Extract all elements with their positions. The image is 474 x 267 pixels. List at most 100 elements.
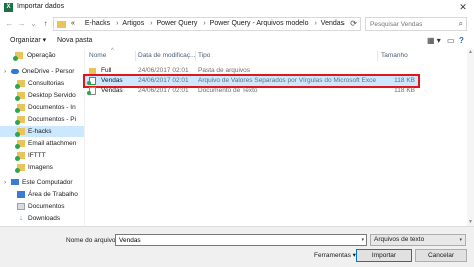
computer-icon	[11, 179, 19, 185]
expand-chevron-icon[interactable]: ›	[4, 177, 6, 188]
breadcrumb-separator[interactable]: ›	[199, 20, 209, 27]
file-date: 24/06/2017 02:01	[138, 87, 189, 94]
nav-item-downloads[interactable]: ↓ Downloads	[0, 213, 84, 224]
breadcrumb-separator[interactable]: ›	[310, 20, 320, 27]
nav-item-label: Consultorias	[28, 80, 65, 87]
close-icon[interactable]: ✕	[456, 1, 470, 14]
file-row-vendas-csv[interactable]: Vendas 24/06/2017 02:01 Arquivo de Valor…	[83, 74, 420, 88]
column-header-name[interactable]: Nome	[89, 49, 106, 63]
new-folder-button[interactable]: Nova pasta	[57, 36, 92, 46]
sync-check-icon	[15, 168, 20, 173]
nav-item-documentos-pi[interactable]: Documentos - Pi	[0, 114, 84, 125]
file-row-full[interactable]: Full 24/06/2017 02:01 Pasta de arquivos	[85, 66, 418, 76]
sync-check-icon	[15, 144, 20, 149]
import-button[interactable]: Importar	[356, 249, 412, 262]
filename-input[interactable]	[119, 236, 354, 245]
nav-item-label: Documentos - Pi	[28, 116, 77, 123]
command-bar: Organizar ▾ Nova pasta ▦ ▾ ▭ ?	[0, 33, 474, 49]
nav-item-label: Este Computador	[22, 179, 73, 186]
nav-item-email-attachments[interactable]: Email attachmen	[0, 138, 84, 149]
filetype-value: Arquivos de texto	[374, 236, 425, 243]
refresh-icon[interactable]: ⟳	[350, 18, 357, 30]
breadcrumb: « E-hacks › Artigos › Power Query › Power Q…	[71, 18, 344, 30]
nav-item-documentos[interactable]: Documentos	[0, 201, 84, 212]
nav-item-consultorias[interactable]: Consultorias	[0, 78, 84, 89]
sort-indicator-icon: ^	[111, 48, 114, 54]
nav-item-label: Email attachmen	[28, 140, 77, 147]
nav-item-label: Documentos	[28, 203, 65, 210]
folder-icon	[89, 68, 96, 74]
recent-locations-chevron-down-icon[interactable]: ⌄	[28, 18, 39, 29]
cancel-button[interactable]: Cancelar	[415, 249, 467, 262]
back-arrow-icon[interactable]: ←	[4, 18, 15, 29]
scroll-down-icon[interactable]: ▼	[467, 219, 474, 226]
sync-check-icon	[15, 84, 20, 89]
help-icon[interactable]: ?	[459, 36, 464, 46]
breadcrumb-separator[interactable]: ›	[112, 20, 122, 27]
breadcrumb-separator[interactable]: ›	[146, 20, 156, 27]
file-date: 24/06/2017 02:01	[138, 77, 189, 84]
tools-menu-button[interactable]: Ferramentas ▾	[314, 250, 356, 261]
search-input[interactable]	[370, 19, 454, 29]
scroll-up-icon[interactable]: ▲	[467, 49, 474, 56]
search-box[interactable]: ⌕	[365, 17, 467, 31]
nav-item-area-de-trabalho[interactable]: Área de Trabalho	[0, 189, 84, 200]
file-row-vendas-txt[interactable]: Vendas 24/06/2017 02:01 Documento de Tex…	[85, 86, 418, 96]
window-title: Importar dados	[17, 3, 65, 10]
nav-item-imagens[interactable]: Imagens	[0, 162, 84, 173]
sync-check-icon	[15, 132, 20, 137]
nav-item-e-hacks[interactable]: E-hacks	[0, 126, 84, 137]
nav-item-label: Área de Trabalho	[28, 191, 78, 198]
breadcrumb-item-arquivos-modelo[interactable]: Power Query - Arquivos modelo	[210, 20, 309, 27]
up-arrow-icon[interactable]: ↑	[40, 18, 51, 29]
file-size: 118 KB	[394, 77, 415, 84]
onedrive-icon	[11, 69, 19, 74]
sync-check-icon	[87, 81, 91, 85]
file-type: Arquivo de Valores Separados por Vírgula…	[198, 77, 376, 84]
preview-pane-icon[interactable]: ▭	[447, 36, 455, 46]
address-bar[interactable]: « E-hacks › Artigos › Power Query › Power Q…	[53, 17, 361, 31]
sync-check-icon	[15, 156, 20, 161]
column-divider[interactable]	[377, 51, 378, 61]
desktop-icon	[17, 191, 25, 198]
breadcrumb-overflow[interactable]: «	[71, 20, 75, 27]
nav-item-este-computador[interactable]: › Este Computador	[0, 177, 84, 188]
navigation-pane: Operação › OneDrive - Persor Consultoria…	[0, 49, 84, 226]
nav-item-ifttt[interactable]: IFTTT	[0, 150, 84, 161]
organize-menu-button[interactable]: Organizar ▾	[10, 36, 46, 46]
title-bar: X Importar dados ✕	[0, 0, 474, 15]
vertical-scrollbar[interactable]: ▲ ▼	[467, 49, 474, 226]
search-icon[interactable]: ⌕	[459, 19, 463, 29]
nav-item-operacao[interactable]: Operação	[0, 50, 84, 61]
downloads-icon: ↓	[19, 215, 23, 222]
address-dropdown-chevron-icon[interactable]: ⌄	[341, 18, 346, 30]
column-header-type[interactable]: Tipo	[198, 49, 210, 63]
dialog-footer: Nome do arquivo: ▾ Arquivos de texto ▾ F…	[0, 226, 474, 267]
nav-item-documentos-in[interactable]: Documentos - In	[0, 102, 84, 113]
nav-item-label: E-hacks	[28, 128, 52, 135]
chevron-down-icon[interactable]: ▾	[459, 235, 462, 245]
breadcrumb-item-power-query[interactable]: Power Query	[157, 20, 198, 27]
nav-item-label: Documentos - In	[28, 104, 76, 111]
nav-item-desktop-servido[interactable]: Desktop Servido	[0, 90, 84, 101]
forward-arrow-icon[interactable]: →	[16, 18, 27, 29]
nav-item-onedrive[interactable]: › OneDrive - Persor	[0, 66, 84, 77]
column-divider[interactable]	[195, 51, 196, 61]
column-header-date[interactable]: Data de modificaç...	[138, 49, 195, 63]
file-name: Vendas	[101, 87, 123, 94]
file-date: 24/06/2017 02:01	[138, 67, 189, 74]
address-row: ← → ⌄ ↑ « E-hacks › Artigos › Power Query …	[0, 15, 474, 33]
nav-item-label: Imagens	[28, 164, 53, 171]
documents-icon	[17, 203, 25, 210]
filename-label: Nome do arquivo:	[66, 237, 118, 244]
change-view-icon[interactable]: ▦ ▾	[427, 36, 441, 46]
nav-item-label: IFTTT	[28, 152, 46, 159]
breadcrumb-item-artigos[interactable]: Artigos	[122, 20, 144, 27]
expand-chevron-icon[interactable]: ›	[4, 66, 6, 77]
chevron-down-icon[interactable]: ▾	[361, 235, 364, 245]
filetype-select[interactable]: Arquivos de texto ▾	[370, 234, 466, 246]
filename-combobox[interactable]: ▾	[115, 234, 367, 246]
breadcrumb-item-e-hacks[interactable]: E-hacks	[85, 20, 110, 27]
column-header-size[interactable]: Tamanho	[381, 49, 408, 63]
column-divider[interactable]	[135, 51, 136, 61]
